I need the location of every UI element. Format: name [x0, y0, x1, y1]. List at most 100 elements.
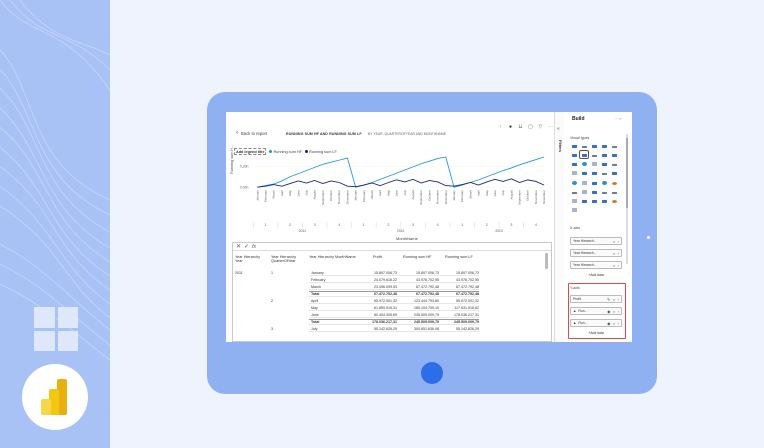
chevron-right-icon[interactable]: ›	[618, 263, 619, 268]
close-icon[interactable]: ×	[613, 239, 615, 244]
visual-type-icon[interactable]	[601, 151, 609, 158]
close-icon[interactable]: ×	[613, 309, 615, 314]
visual-type-icon[interactable]	[580, 142, 588, 149]
x-axis-title: MonthName	[396, 236, 418, 241]
build-scrollbar[interactable]	[626, 138, 628, 208]
visual-type-icon[interactable]	[580, 160, 588, 167]
back-to-report-button[interactable]: ‹ Back to report	[236, 130, 267, 136]
visual-type-icon[interactable]	[590, 160, 598, 167]
y-axis-field[interactable]: ▲ Run... ◆ × ›	[570, 307, 622, 315]
close-icon[interactable]: ×	[613, 297, 615, 302]
visual-type-icon[interactable]	[590, 142, 598, 149]
visual-type-icon[interactable]	[601, 188, 609, 195]
pane-options[interactable]: ··· »	[614, 116, 621, 121]
table-row[interactable]: 2011 1 January 15.897.006,73 15.897.006,73 15…	[233, 270, 551, 276]
legend-item-hf[interactable]: Running sum HF	[269, 150, 302, 154]
visual-type-icon[interactable]	[590, 170, 598, 177]
visual-type-icon[interactable]	[570, 206, 578, 213]
pin-icon[interactable]: ◆	[607, 321, 610, 326]
pin-icon[interactable]: ✎	[607, 297, 610, 302]
filters-label[interactable]: Filters	[558, 140, 563, 152]
visual-type-icon[interactable]	[611, 170, 619, 177]
field-label: Year Hierarch...	[573, 239, 597, 243]
y-axis-add-data-button[interactable]: +Add data	[570, 330, 622, 337]
table-cell-hf: 15.897.006,73	[416, 271, 439, 275]
column-header[interactable]: Running sum HF	[403, 255, 443, 259]
filters-rail[interactable]: « Filters	[554, 112, 564, 342]
series-line[interactable]	[257, 178, 545, 188]
table-row[interactable]: 2 April 55.972.001,32 123.444.793,80 55.972.…	[233, 298, 551, 304]
visual-type-icon[interactable]	[611, 179, 619, 186]
visual-type-icon[interactable]	[601, 142, 609, 149]
column-header[interactable]: Year Hierarchy Year	[235, 255, 267, 264]
table-row[interactable]: Total 178.036.217,31 245.509.009,79 245.509…	[233, 319, 551, 325]
drill-mode-icon[interactable]: ●	[508, 124, 513, 130]
collapse-chevron-icon[interactable]: «	[557, 126, 560, 132]
drill-up-icon[interactable]: ↑	[498, 124, 503, 130]
table-row[interactable]: February 24.079.616,22 43.976.702,95 43.976…	[233, 277, 551, 283]
chevron-right-icon[interactable]: ›	[618, 309, 619, 314]
table-row[interactable]: March 23.496.099,53 67.472.792,48 67.472.79…	[233, 284, 551, 290]
table-row[interactable]: May 61.659.915,31 185.104.709,10 117.631.91…	[233, 305, 551, 311]
visual-type-icon[interactable]	[611, 151, 619, 158]
visual-type-icon[interactable]	[580, 179, 588, 186]
chevron-right-icon[interactable]: ›	[618, 239, 619, 244]
visual-type-icon[interactable]	[611, 160, 619, 167]
visual-type-icon[interactable]	[601, 179, 609, 186]
visual-type-icon[interactable]	[580, 197, 588, 204]
expand-level-icon[interactable]: ⇊	[518, 124, 523, 130]
table-row[interactable]: Total 67.472.792,48 67.472.792,48 67.472.79…	[233, 291, 551, 297]
close-icon[interactable]: ×	[613, 263, 615, 268]
legend-item-lf[interactable]: Running sum LF	[304, 150, 337, 154]
visual-type-icon[interactable]	[570, 142, 578, 149]
pin-icon[interactable]: ◆	[607, 309, 610, 314]
visual-type-icon[interactable]	[611, 197, 619, 204]
x-axis-field[interactable]: Year Hierarch... × ›	[570, 249, 622, 257]
visual-type-icon[interactable]	[590, 179, 598, 186]
column-header[interactable]: Running sum LF	[445, 255, 485, 259]
visual-type-icon[interactable]	[570, 151, 578, 158]
close-icon[interactable]: ×	[613, 321, 615, 326]
visual-type-icon[interactable]	[590, 188, 598, 195]
visual-type-icon[interactable]	[570, 170, 578, 177]
chevron-right-icon[interactable]: ›	[618, 251, 619, 256]
chevron-right-icon[interactable]: ›	[618, 297, 619, 302]
close-icon[interactable]: ×	[613, 251, 615, 256]
tablet-home-button[interactable]	[421, 362, 443, 384]
visual-type-icon[interactable]	[601, 197, 609, 204]
visual-type-icon[interactable]	[580, 188, 588, 195]
visual-type-icon[interactable]	[611, 188, 619, 195]
visual-type-icon[interactable]	[570, 188, 578, 195]
check-icon[interactable]: ✓	[244, 243, 249, 250]
visual-type-icon[interactable]	[590, 151, 598, 158]
y-axis-field[interactable]: ▲ Run... ◆ × ›	[570, 319, 622, 327]
visual-type-icon[interactable]	[590, 197, 598, 204]
visual-type-icon[interactable]	[570, 160, 578, 167]
visual-type-icon[interactable]	[570, 179, 578, 186]
visual-type-icon[interactable]	[601, 160, 609, 167]
visual-type-icon[interactable]	[580, 170, 588, 177]
table-row[interactable]: June 60.404.305,69 245.509.009,79 178.036.2…	[233, 312, 551, 318]
column-header[interactable]: Year Hierarchy QuarterOfYear	[271, 255, 307, 264]
filter-icon[interactable]: ▽	[538, 124, 543, 130]
x-axis-field[interactable]: Year Hierarch... × ›	[570, 237, 622, 245]
table-scrollbar[interactable]	[545, 253, 548, 269]
table-row[interactable]: 3 July 55.142.626,29 300.651.636,08 55.142.6…	[233, 326, 551, 332]
visual-type-icon[interactable]	[579, 150, 590, 160]
column-header[interactable]: Year Hierarchy MonthName	[309, 255, 371, 259]
x-axis-add-data-button[interactable]: +Add data	[570, 272, 622, 279]
focus-mode-icon[interactable]: ▢	[528, 124, 533, 130]
quarter-label: 1	[265, 223, 267, 227]
visual-type-icon[interactable]	[570, 197, 578, 204]
visual-type-icon[interactable]	[601, 170, 609, 177]
cancel-icon[interactable]: ✕	[236, 243, 241, 250]
column-header[interactable]: Profit	[373, 255, 401, 259]
visual-type-icon[interactable]	[611, 142, 619, 149]
x-axis-field[interactable]: Year Hierarch... × ›	[570, 261, 622, 269]
data-table-panel: ✕ ✓ fx Year Hierarchy Year Year Hierarch…	[232, 242, 552, 342]
line-chart[interactable]: 0,0bn 0,2bn January February March April May Ju…	[226, 154, 554, 234]
y-axis-field[interactable]: Profit ✎ × ›	[570, 295, 622, 303]
chevron-right-icon[interactable]: ›	[618, 321, 619, 326]
more-options-icon[interactable]: ⋯	[548, 124, 553, 130]
series-line[interactable]	[257, 156, 545, 188]
